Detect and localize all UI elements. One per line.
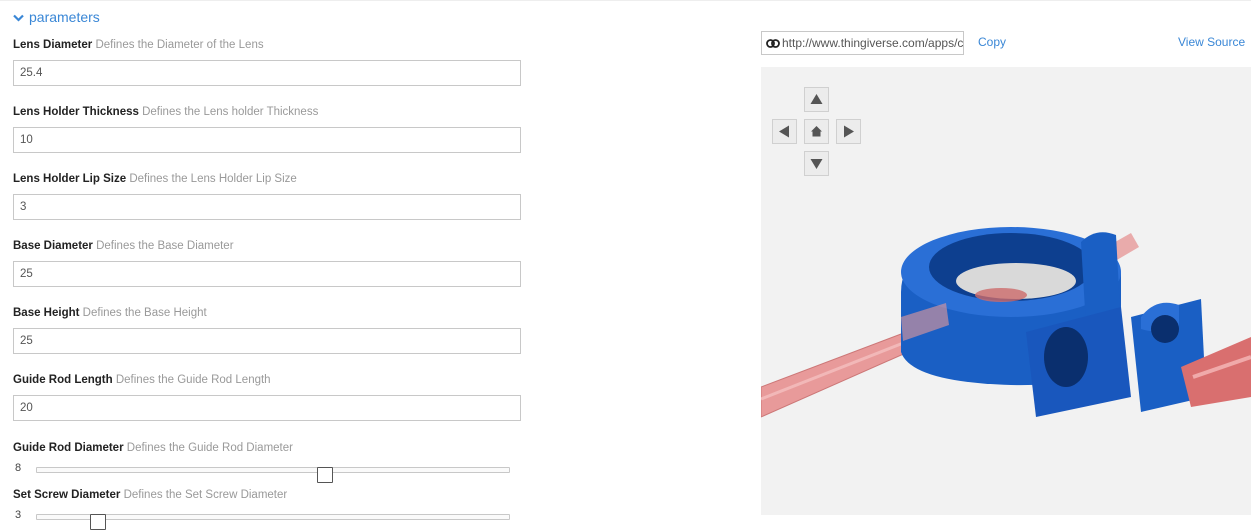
param-description: Defines the Guide Rod Length [115,374,271,386]
param-label-guide-rod-diameter: Guide Rod Diameter Defines the Guide Rod… [13,442,293,454]
param-name: Set Screw Diameter [13,489,121,501]
section-title: parameters [29,9,100,25]
param-label-base-height: Base Height Defines the Base Height [13,307,207,319]
link-icon [766,33,780,54]
slider-thumb[interactable] [317,467,333,483]
view-source-link[interactable]: View Source [1178,35,1245,49]
param-description: Defines the Diameter of the Lens [95,39,264,51]
slider-track[interactable] [36,467,510,483]
param-description: Defines the Guide Rod Diameter [126,442,293,454]
lens-holder-model [761,227,1251,418]
parameters-section-toggle[interactable]: parameters [13,9,100,25]
param-label-lens-diameter: Lens Diameter Defines the Diameter of th… [13,39,264,51]
share-url-field[interactable]: http://www.thingiverse.com/apps/customiz… [761,31,964,55]
slider-value: 8 [15,462,22,474]
base-height-input[interactable] [13,328,521,354]
set-screw-diameter-slider[interactable]: 3 [13,507,523,530]
param-label-lens-holder-thickness: Lens Holder Thickness Defines the Lens h… [13,106,318,118]
lens-diameter-input[interactable] [13,60,521,86]
param-name: Lens Holder Lip Size [13,173,127,185]
param-description: Defines the Lens Holder Lip Size [129,173,297,185]
param-label-guide-rod-length: Guide Rod Length Defines the Guide Rod L… [13,374,271,386]
param-label-base-diameter: Base Diameter Defines the Base Diameter [13,240,234,252]
top-divider [0,0,1251,5]
param-description: Defines the Base Height [82,307,207,319]
param-name: Lens Diameter [13,39,93,51]
param-description: Defines the Lens holder Thickness [142,106,319,118]
param-name: Guide Rod Length [13,374,113,386]
param-name: Lens Holder Thickness [13,106,139,118]
copy-button[interactable]: Copy [978,35,1006,49]
share-url-text: http://www.thingiverse.com/apps/customiz… [782,36,964,50]
guide-rod-diameter-slider[interactable]: 8 [13,460,523,483]
param-label-set-screw-diameter: Set Screw Diameter Defines the Set Screw… [13,489,287,501]
param-description: Defines the Set Screw Diameter [123,489,288,501]
param-name: Base Height [13,307,80,319]
lens-holder-thickness-input[interactable] [13,127,521,153]
param-description: Defines the Base Diameter [96,240,234,252]
base-diameter-input[interactable] [13,261,521,287]
model-viewer[interactable] [761,67,1251,515]
param-name: Base Diameter [13,240,93,252]
guide-rod-length-input[interactable] [13,395,521,421]
chevron-down-icon [13,13,25,25]
param-label-lens-holder-lip-size: Lens Holder Lip Size Defines the Lens Ho… [13,173,297,185]
slider-value: 3 [15,509,22,521]
param-name: Guide Rod Diameter [13,442,124,454]
slider-thumb[interactable] [90,514,106,530]
lens-holder-lip-size-input[interactable] [13,194,521,220]
